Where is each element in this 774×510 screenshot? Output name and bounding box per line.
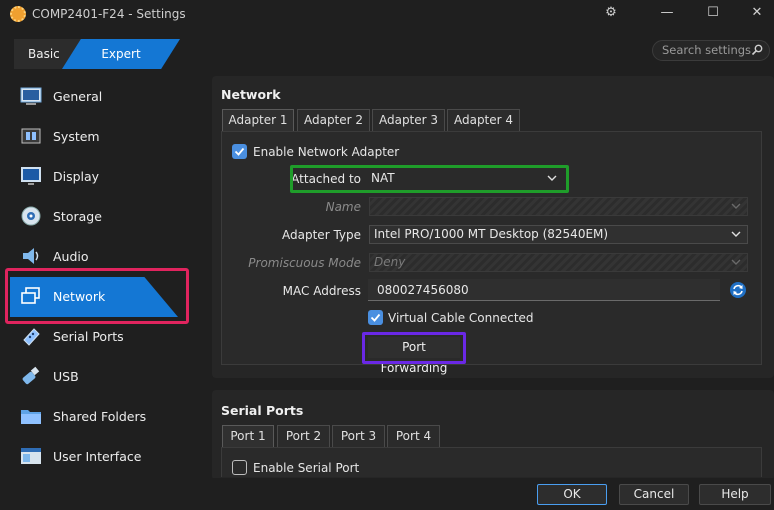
help-button[interactable]: Help [699, 484, 771, 505]
mac-address-field[interactable]: 080027456080 [368, 279, 720, 301]
usb-icon [22, 366, 40, 385]
tab-adapter-3[interactable]: Adapter 3 [372, 109, 445, 131]
promiscuous-mode-select: Deny [369, 253, 748, 272]
ok-button[interactable]: OK [537, 484, 607, 505]
tab-port-3[interactable]: Port 3 [332, 425, 385, 447]
tab-adapter-2[interactable]: Adapter 2 [297, 109, 370, 131]
tab-port-1[interactable]: Port 1 [222, 425, 274, 447]
sidebar-item-system[interactable]: System [10, 117, 188, 157]
minimize-button[interactable]: — [644, 2, 690, 26]
adapter-type-label: Adapter Type [282, 228, 361, 242]
sidebar-item-shared-folders[interactable]: Shared Folders [10, 397, 188, 437]
cancel-button[interactable]: Cancel [619, 484, 689, 505]
cable-connected-checkbox[interactable] [368, 310, 383, 325]
sidebar-item-label: Display [53, 169, 100, 184]
network-section-title: Network [221, 87, 281, 102]
serial-ports-section-title: Serial Ports [221, 403, 304, 418]
maximize-button[interactable]: ☐ [690, 2, 736, 26]
promiscuous-mode-value: Deny [374, 255, 406, 269]
checkmark-icon [370, 313, 381, 322]
window-icon [21, 448, 41, 464]
adapter-type-select[interactable]: Intel PRO/1000 MT Desktop (82540EM) [369, 225, 748, 244]
enable-network-adapter-checkbox[interactable] [232, 144, 247, 159]
sidebar-item-label: Storage [53, 209, 102, 224]
sidebar-item-label: Serial Ports [53, 329, 124, 344]
sidebar-item-user-interface[interactable]: User Interface [10, 437, 188, 477]
sidebar-item-label: User Interface [53, 449, 142, 464]
name-select [369, 197, 748, 216]
monitor-icon [21, 167, 41, 185]
disk-icon [21, 206, 41, 226]
enable-network-adapter-label: Enable Network Adapter [253, 145, 400, 159]
port-forwarding-highlight-box [362, 332, 466, 364]
chevron-down-icon [731, 231, 741, 237]
speaker-icon [23, 248, 39, 264]
sidebar-item-label: General [53, 89, 103, 104]
enable-serial-port-label: Enable Serial Port [253, 461, 360, 475]
sidebar-item-label: Shared Folders [53, 409, 147, 424]
general-icon [20, 87, 42, 105]
virtualbox-logo-icon [10, 6, 26, 22]
checkmark-icon [234, 147, 245, 156]
window-title: COMP2401-F24 - Settings [32, 7, 186, 21]
tab-port-2[interactable]: Port 2 [277, 425, 330, 447]
sidebar-item-general[interactable]: General [10, 77, 188, 117]
folder-icon [21, 410, 41, 424]
search-icon [751, 44, 763, 56]
attached-to-highlight-box [290, 165, 569, 193]
system-chip-icon [21, 128, 41, 144]
sidebar-item-storage[interactable]: Storage [10, 197, 188, 237]
sidebar-item-usb[interactable]: USB [10, 357, 188, 397]
serial-port-icon [23, 328, 40, 346]
mac-address-label: MAC Address [282, 284, 361, 298]
chevron-down-icon [731, 203, 741, 209]
cable-connected-label: Virtual Cable Connected [388, 311, 534, 325]
tab-adapter-4[interactable]: Adapter 4 [447, 109, 520, 131]
title-bar: COMP2401-F24 - Settings ⚙ — ☐ ✕ [0, 0, 774, 28]
sidebar-item-display[interactable]: Display [10, 157, 188, 197]
search-placeholder: Search settings [662, 43, 752, 57]
name-label: Name [325, 200, 361, 214]
promiscuous-mode-label: Promiscuous Mode [248, 256, 361, 270]
refresh-mac-icon[interactable] [729, 281, 747, 299]
chevron-down-icon [731, 259, 741, 265]
tab-port-4[interactable]: Port 4 [387, 425, 440, 447]
tab-expert[interactable]: Expert [62, 39, 180, 69]
tab-adapter-1[interactable]: Adapter 1 [222, 109, 294, 131]
sidebar-item-label: USB [53, 369, 79, 384]
sidebar-item-label: Audio [53, 249, 89, 264]
search-input[interactable]: Search settings [652, 40, 770, 61]
settings-gear-icon[interactable]: ⚙ [588, 2, 634, 26]
network-highlight-box [5, 268, 189, 324]
enable-serial-port-checkbox[interactable] [232, 460, 247, 475]
adapter-type-value: Intel PRO/1000 MT Desktop (82540EM) [374, 227, 609, 241]
close-button[interactable]: ✕ [734, 2, 774, 26]
sidebar-item-label: System [53, 129, 100, 144]
